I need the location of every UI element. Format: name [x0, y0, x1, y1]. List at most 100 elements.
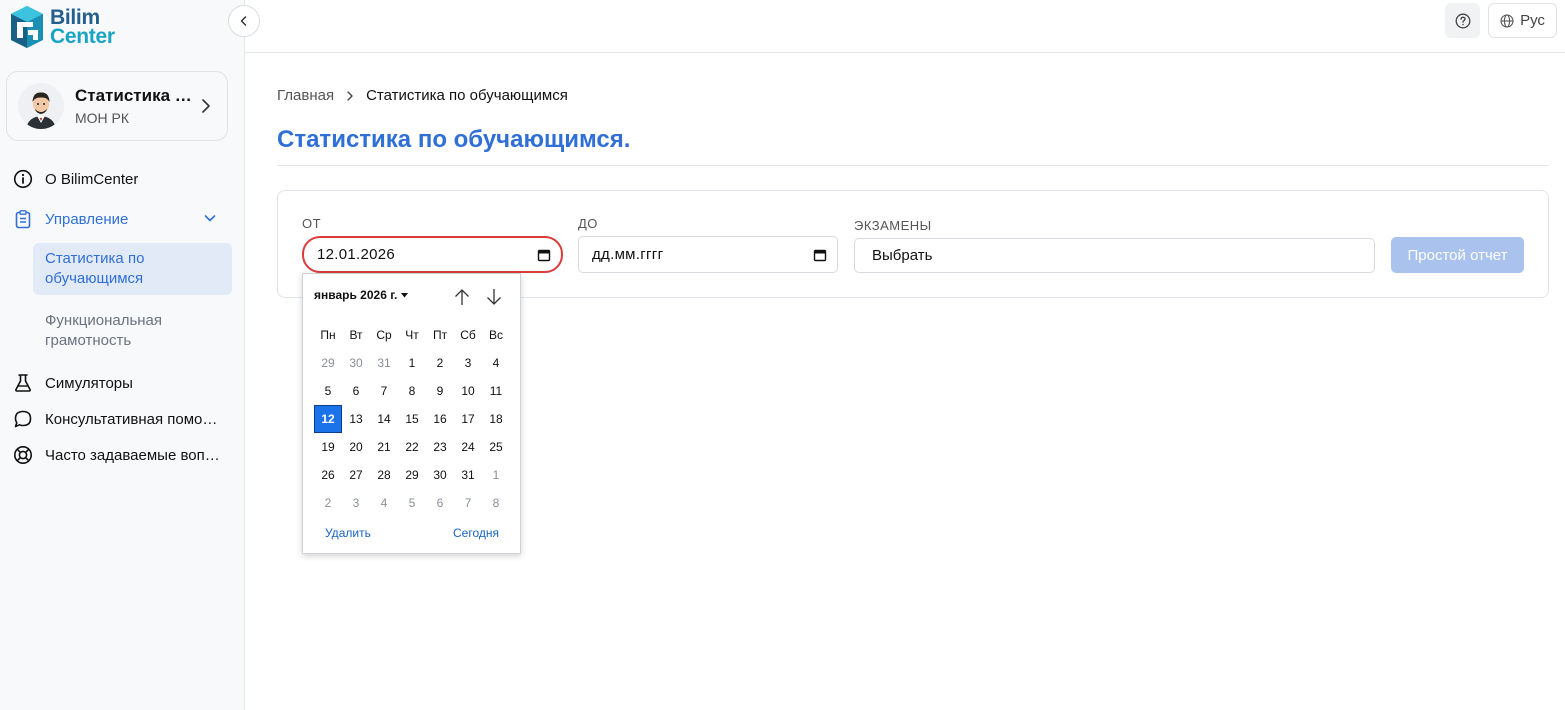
page-title: Статистика по обучающимся.	[277, 126, 631, 153]
calendar-day[interactable]: 1	[482, 461, 510, 489]
weekday-header: Сб	[460, 328, 476, 342]
sidebar-item-faq[interactable]: Часто задаваемые вопросы	[0, 441, 245, 469]
weekday-header: Ср	[376, 328, 392, 342]
calendar-icon[interactable]	[813, 248, 827, 262]
calendar-day[interactable]: 6	[342, 377, 370, 405]
calendar-day[interactable]: 5	[398, 489, 426, 517]
sidebar-item-management[interactable]: Управление	[0, 205, 245, 233]
calendar-day[interactable]: 2	[314, 489, 342, 517]
chevron-right-icon	[346, 90, 354, 102]
clear-date-button[interactable]: Удалить	[325, 526, 371, 540]
calendar-day[interactable]: 4	[482, 349, 510, 377]
sidebar-item-label: Симуляторы	[45, 374, 133, 392]
sidebar-item-about[interactable]: О BilimCenter	[0, 165, 245, 193]
sidebar-nav: О BilimCenter Управление Статистика по о…	[0, 165, 245, 469]
calendar-day[interactable]: 28	[370, 461, 398, 489]
language-switcher[interactable]: Рус	[1488, 3, 1557, 38]
profile-card[interactable]: Статистика МОН РК МОН РК	[6, 71, 228, 141]
calendar-day[interactable]: 1	[398, 349, 426, 377]
chat-bubble-icon	[13, 409, 33, 429]
sidebar-item-label: Управление	[45, 210, 129, 228]
calendar-day[interactable]: 30	[426, 461, 454, 489]
calendar-day[interactable]: 30	[342, 349, 370, 377]
from-date-value: 12.01.2026	[317, 246, 396, 263]
calendar-day[interactable]: 3	[342, 489, 370, 517]
calendar-day[interactable]: 16	[426, 405, 454, 433]
bilimcenter-logo-icon	[11, 6, 43, 48]
calendar-day[interactable]: 5	[314, 377, 342, 405]
calendar-day[interactable]: 8	[482, 489, 510, 517]
calendar-day[interactable]: 8	[398, 377, 426, 405]
calendar-day[interactable]: 7	[454, 489, 482, 517]
calendar-day[interactable]: 7	[370, 377, 398, 405]
calendar-day[interactable]: 14	[370, 405, 398, 433]
calendar-day[interactable]: 17	[454, 405, 482, 433]
calendar-day[interactable]: 24	[454, 433, 482, 461]
calendar-day[interactable]: 29	[398, 461, 426, 489]
avatar	[18, 83, 64, 129]
topbar: Рус	[245, 0, 1565, 53]
breadcrumb-home-link[interactable]: Главная	[277, 87, 334, 104]
caret-down-icon	[401, 292, 409, 297]
brand-line2: Center	[50, 25, 115, 48]
calendar-day[interactable]: 23	[426, 433, 454, 461]
calendar-day[interactable]: 21	[370, 433, 398, 461]
calendar-day-selected[interactable]: 12	[314, 405, 342, 433]
month-year-selector[interactable]: январь 2026 г.	[314, 288, 409, 302]
arrow-up-icon[interactable]	[454, 288, 470, 306]
calendar-day[interactable]: 19	[314, 433, 342, 461]
calendar-grid: Пн Вт Ср Чт Пт Сб Вс 29 30 31 1 2 3 4 5 6 7 8 9 10 11 12 13 14 1…	[314, 321, 510, 517]
calendar-day[interactable]: 25	[482, 433, 510, 461]
chevron-left-icon	[240, 16, 247, 26]
calendar-day[interactable]: 4	[370, 489, 398, 517]
sidebar-item-simulators[interactable]: Симуляторы	[0, 369, 245, 397]
to-date-placeholder: дд.мм.гггг	[592, 246, 664, 263]
calendar-day[interactable]: 27	[342, 461, 370, 489]
calendar-day[interactable]: 20	[342, 433, 370, 461]
weekday-header: Чт	[405, 328, 419, 342]
calendar-day[interactable]: 29	[314, 349, 342, 377]
calendar-icon[interactable]	[537, 248, 551, 262]
month-year-label: январь 2026 г.	[314, 288, 398, 302]
from-date-label: ОТ	[302, 216, 322, 231]
info-icon	[13, 169, 33, 189]
breadcrumb: Главная Статистика по обучающимся	[277, 87, 568, 104]
question-circle-icon	[1455, 13, 1470, 28]
calendar-day[interactable]: 3	[454, 349, 482, 377]
sidebar-subitem-functional-literacy[interactable]: Функциональная грамотность	[33, 305, 232, 357]
from-date-input[interactable]: 12.01.2026	[302, 236, 563, 273]
sidebar-item-label: Часто задаваемые вопросы	[45, 446, 220, 464]
user-avatar-icon	[18, 83, 64, 129]
calendar-day[interactable]: 31	[454, 461, 482, 489]
clipboard-icon	[13, 209, 33, 229]
calendar-day[interactable]: 13	[342, 405, 370, 433]
today-button[interactable]: Сегодня	[453, 526, 499, 540]
to-date-input[interactable]: дд.мм.гггг	[578, 236, 838, 273]
weekday-header: Вт	[349, 328, 363, 342]
sidebar-subitem-student-stats[interactable]: Статистика по обучающимся	[33, 243, 232, 295]
calendar-day[interactable]: 9	[426, 377, 454, 405]
weekday-header: Пн	[320, 328, 336, 342]
calendar-day[interactable]: 26	[314, 461, 342, 489]
calendar-day[interactable]: 31	[370, 349, 398, 377]
arrow-down-icon[interactable]	[486, 288, 502, 306]
calendar-day[interactable]: 18	[482, 405, 510, 433]
to-date-label: ДО	[578, 216, 598, 231]
profile-org: МОН РК	[75, 110, 130, 126]
lifebuoy-icon	[13, 445, 33, 465]
simple-report-button[interactable]: Простой отчет	[1391, 237, 1524, 273]
brand-logo[interactable]: Bilim Center	[8, 4, 115, 50]
help-button[interactable]	[1445, 3, 1480, 38]
calendar-day[interactable]: 11	[482, 377, 510, 405]
sidebar-collapse-button[interactable]	[228, 5, 260, 37]
title-divider	[277, 165, 1549, 166]
chevron-right-icon	[202, 99, 210, 113]
exams-select[interactable]: Выбрать	[854, 238, 1375, 273]
calendar-day[interactable]: 22	[398, 433, 426, 461]
calendar-day[interactable]: 15	[398, 405, 426, 433]
sidebar-item-consultation[interactable]: Консультативная помощь	[0, 405, 245, 433]
calendar-day[interactable]: 2	[426, 349, 454, 377]
calendar-day[interactable]: 6	[426, 489, 454, 517]
calendar-day[interactable]: 10	[454, 377, 482, 405]
date-picker-popup: январь 2026 г. Пн Вт Ср Чт Пт Сб Вс 29 30 31 1 2 3 4 5…	[302, 273, 521, 554]
